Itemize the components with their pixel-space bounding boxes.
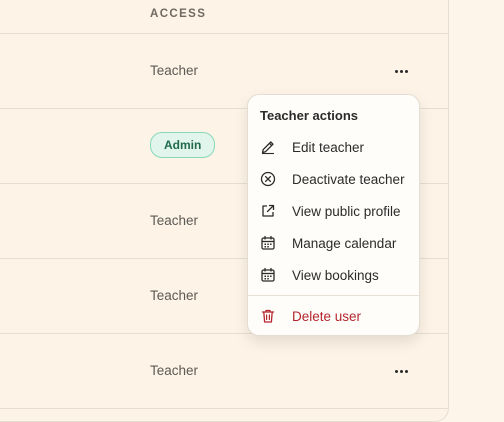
admin-badge: Admin	[150, 132, 216, 158]
menu-item-view-public-profile[interactable]: View public profile	[248, 196, 419, 226]
teacher-actions-menu: Teacher actions Edit teacher Deactivate …	[247, 94, 420, 336]
role-text: Teacher	[150, 288, 199, 303]
dot	[399, 69, 403, 73]
menu-title: Teacher actions	[260, 108, 359, 123]
menu-item-label: Edit teacher	[292, 139, 365, 155]
role-text: Teacher	[150, 363, 199, 378]
pencil-icon	[261, 141, 274, 155]
dot	[394, 369, 398, 373]
role-text: Teacher	[150, 63, 199, 78]
menu-divider	[248, 295, 419, 296]
menu-item-view-bookings[interactable]: View bookings	[248, 260, 419, 290]
calendar-icon	[261, 267, 275, 282]
menu-item-label: Deactivate teacher	[292, 171, 405, 187]
menu-item-label: View public profile	[292, 203, 401, 219]
circle-x-icon	[260, 171, 276, 187]
menu-item-label: Manage calendar	[292, 235, 397, 251]
row-actions-button[interactable]	[391, 364, 411, 378]
menu-item-deactivate-teacher[interactable]: Deactivate teacher	[248, 164, 419, 194]
calendar-icon	[261, 235, 275, 250]
dot	[404, 369, 408, 373]
table-row: Teacher	[0, 333, 448, 409]
menu-item-label: Delete user	[292, 308, 362, 324]
menu-item-edit-teacher[interactable]: Edit teacher	[248, 132, 419, 162]
menu-item-manage-calendar[interactable]: Manage calendar	[248, 228, 419, 258]
role-text: Teacher	[150, 213, 199, 228]
trash-icon	[261, 309, 275, 323]
menu-item-label: View bookings	[292, 267, 379, 283]
row-actions-button[interactable]	[391, 64, 411, 78]
menu-item-delete-user[interactable]: Delete user	[248, 301, 419, 331]
access-column-header: ACCESS	[150, 8, 207, 20]
table-header-row: ACCESS	[0, 0, 448, 34]
dot	[399, 369, 403, 373]
dot	[394, 69, 398, 73]
external-link-icon	[262, 204, 275, 217]
dot	[404, 69, 408, 73]
